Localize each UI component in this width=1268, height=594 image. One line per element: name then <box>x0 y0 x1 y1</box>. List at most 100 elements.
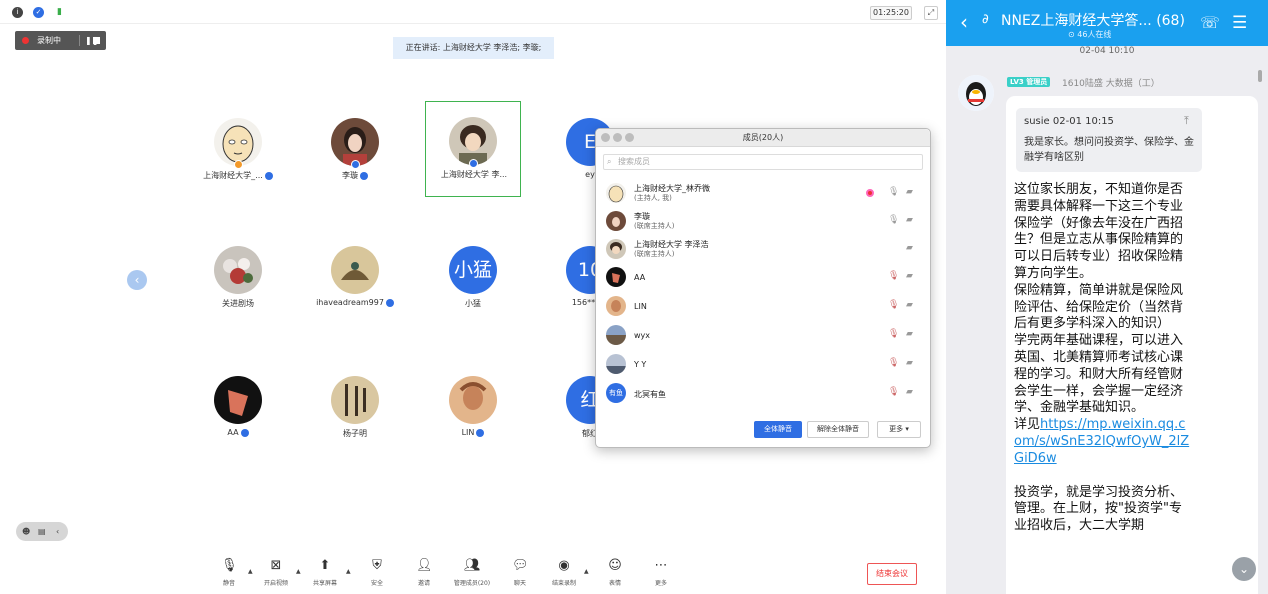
member-name: 北冥有鱼 <box>634 390 666 399</box>
minimize-window-icon[interactable] <box>613 133 622 142</box>
info-icon[interactable]: i <box>12 7 23 18</box>
chat-icon: 💬︎ <box>512 558 529 573</box>
meeting-timer: 01:25:20 <box>870 6 912 20</box>
participant-name-text: ey <box>585 170 595 179</box>
close-window-icon[interactable] <box>601 133 610 142</box>
camera-off-icon[interactable]: ▰ <box>906 243 913 253</box>
scroll-down-chevron-icon[interactable]: ⌄ <box>1232 557 1256 581</box>
emoji-icon: ☺ <box>608 558 622 573</box>
participant-tile[interactable]: 关进剧场 <box>190 230 286 326</box>
stop-icon[interactable] <box>93 37 100 44</box>
tool-label: 开启视频 <box>263 580 288 587</box>
quote-text: 我是家长。想问问投资学、保险学、金融学有啥区别 <box>1024 137 1194 163</box>
manage-members-button[interactable]: 👥︎ 管理成员(20) <box>448 558 496 587</box>
avatar <box>331 246 379 294</box>
camera-off-icon[interactable]: ▰ <box>906 300 913 310</box>
participant-tile-active[interactable]: 上海财经大学 李... <box>425 101 521 197</box>
more-dropdown-button[interactable]: 更多 ▾ <box>877 421 921 438</box>
member-avatar <box>606 296 626 316</box>
microphone-muted-icon[interactable]: 🎙︎ <box>888 387 899 397</box>
collapse-chevron-icon[interactable]: ‹ <box>56 522 59 541</box>
quote-header: susie 02-01 10:15 <box>1024 116 1114 127</box>
prev-page-chevron-left-icon[interactable]: ‹ <box>127 270 147 290</box>
sender-avatar[interactable] <box>958 75 994 111</box>
camera-off-icon[interactable]: ▰ <box>906 215 913 225</box>
chat-button[interactable]: 💬︎ 聊天 <box>501 558 539 587</box>
mute-button[interactable]: 🎙︎ 静音 <box>210 558 248 587</box>
caret-up-icon[interactable]: ▲ <box>346 568 351 575</box>
unmute-all-button[interactable]: 解除全体静音 <box>807 421 869 438</box>
microphone-muted-icon[interactable]: 🎙︎ <box>888 300 899 310</box>
security-shield-icon[interactable]: ✓ <box>33 7 44 18</box>
menu-icon[interactable]: ☰ <box>1232 13 1247 33</box>
member-row[interactable]: wyx 🎙︎ ▰ <box>606 321 922 349</box>
level-badge: LV3 管理员 <box>1007 77 1051 87</box>
participant-name: 李璇 <box>295 170 415 181</box>
invite-icon: 👤︎ <box>416 558 433 573</box>
microphone-muted-icon[interactable]: 🎙︎ <box>888 358 899 368</box>
back-chevron-icon[interactable]: ‹ <box>960 10 968 34</box>
participant-name-text: AA <box>227 428 239 437</box>
end-meeting-button[interactable]: 结束会议 <box>867 563 917 585</box>
maximize-window-icon[interactable] <box>625 133 634 142</box>
participant-name: 杨子明 <box>295 428 415 439</box>
member-row[interactable]: 有鱼 北冥有鱼 🎙︎ ▰ <box>606 379 922 407</box>
participant-tile[interactable]: 杨子明 <box>307 360 403 456</box>
member-row[interactable]: Y Y 🎙︎ ▰ <box>606 350 922 378</box>
member-name: Y Y <box>634 360 647 369</box>
share-screen-button[interactable]: ⬆ 共享屏幕 <box>306 558 344 587</box>
message-paragraph: 保险学（好像去年没在广西招生？但是立志从事保险精算的可以日后转专业）招收保险精算… <box>1014 215 1184 281</box>
member-row[interactable]: 上海财经大学 李泽浩 (联席主持人) ▰ <box>606 235 922 263</box>
more-button[interactable]: ⋯ 更多 <box>642 558 680 587</box>
jump-to-top-icon[interactable]: ⤒ <box>1184 114 1189 128</box>
signal-icon[interactable]: ▮ <box>54 7 65 18</box>
member-row[interactable]: AA 🎙︎ ▰ <box>606 263 922 291</box>
participant-tile[interactable]: 上海财经大学_... <box>190 102 286 198</box>
microphone-icon[interactable]: 🎙︎ <box>888 187 899 197</box>
participant-tile[interactable]: 小猛 小猛 <box>425 230 521 326</box>
members-search-input[interactable]: ⌕ 搜索成员 <box>603 154 923 170</box>
stop-recording-button[interactable]: ◉ 结束录制 <box>545 558 583 587</box>
microphone-muted-icon[interactable]: 🎙︎ <box>888 329 899 339</box>
member-badge-icon <box>240 428 249 437</box>
mute-all-button[interactable]: 全体静音 <box>754 421 802 438</box>
recording-dot-icon <box>22 37 29 44</box>
member-name: LIN <box>634 302 647 311</box>
member-row[interactable]: 李璇 (联席主持人) 🎙︎ ▰ <box>606 207 922 235</box>
emoji-icon[interactable]: ☻ <box>22 522 30 541</box>
screen-icon[interactable]: ▤ <box>38 522 46 541</box>
share-screen-icon: ⬆ <box>319 558 331 573</box>
caret-up-icon[interactable]: ▲ <box>296 568 301 575</box>
camera-off-icon[interactable]: ▰ <box>906 271 913 281</box>
fullscreen-icon[interactable]: ⤢ <box>924 6 938 20</box>
camera-off-icon[interactable]: ▰ <box>906 358 913 368</box>
caret-up-icon[interactable]: ▲ <box>248 568 253 575</box>
participant-tile[interactable]: ihaveadream997 <box>307 230 403 326</box>
camera-off-icon[interactable]: ▰ <box>906 387 913 397</box>
security-button[interactable]: ⛨ 安全 <box>358 558 396 587</box>
participant-name-text: LIN <box>461 428 475 437</box>
member-row[interactable]: LIN 🎙︎ ▰ <box>606 292 922 320</box>
start-video-button[interactable]: ⊠ 开启视频 <box>257 558 295 587</box>
reactions-button[interactable]: ☺ 表情 <box>596 558 634 587</box>
message-paragraph: 这位家长朋友，不知道你是否需要具体解释一下这三个专业 <box>1014 182 1184 214</box>
quoted-message[interactable]: susie 02-01 10:15 ⤒ 我是家长。想问问投资学、保险学、金融学有… <box>1016 108 1202 172</box>
invite-button[interactable]: 👤︎ 邀请 <box>405 558 443 587</box>
phone-off-icon[interactable]: ☏ <box>1200 13 1220 32</box>
camera-off-icon[interactable]: ▰ <box>906 187 913 197</box>
member-badge-icon <box>385 298 394 307</box>
participant-tile[interactable]: LIN <box>425 360 521 456</box>
member-badge-icon <box>476 428 485 437</box>
microphone-muted-icon[interactable]: 🎙︎ <box>888 271 899 281</box>
participant-name-text: 上海财经大学_... <box>203 171 263 180</box>
participant-name-text: 关进剧场 <box>222 299 254 308</box>
member-row[interactable]: 上海财经大学_林乔微 (主持人, 我) 🎙︎ ▰ <box>606 179 922 207</box>
scrollbar-thumb[interactable] <box>1258 70 1262 82</box>
camera-off-icon[interactable]: ▰ <box>906 329 913 339</box>
participant-tile[interactable]: AA <box>190 360 286 456</box>
participant-tile[interactable]: 李璇 <box>307 102 403 198</box>
pin-icon[interactable]: ∂ <box>982 12 989 27</box>
microphone-icon[interactable]: 🎙︎ <box>888 215 899 225</box>
caret-up-icon[interactable]: ▲ <box>584 568 589 575</box>
message-link[interactable]: https://mp.weixin.qq.com/s/wSnE32lQwfOyW… <box>1014 417 1189 466</box>
